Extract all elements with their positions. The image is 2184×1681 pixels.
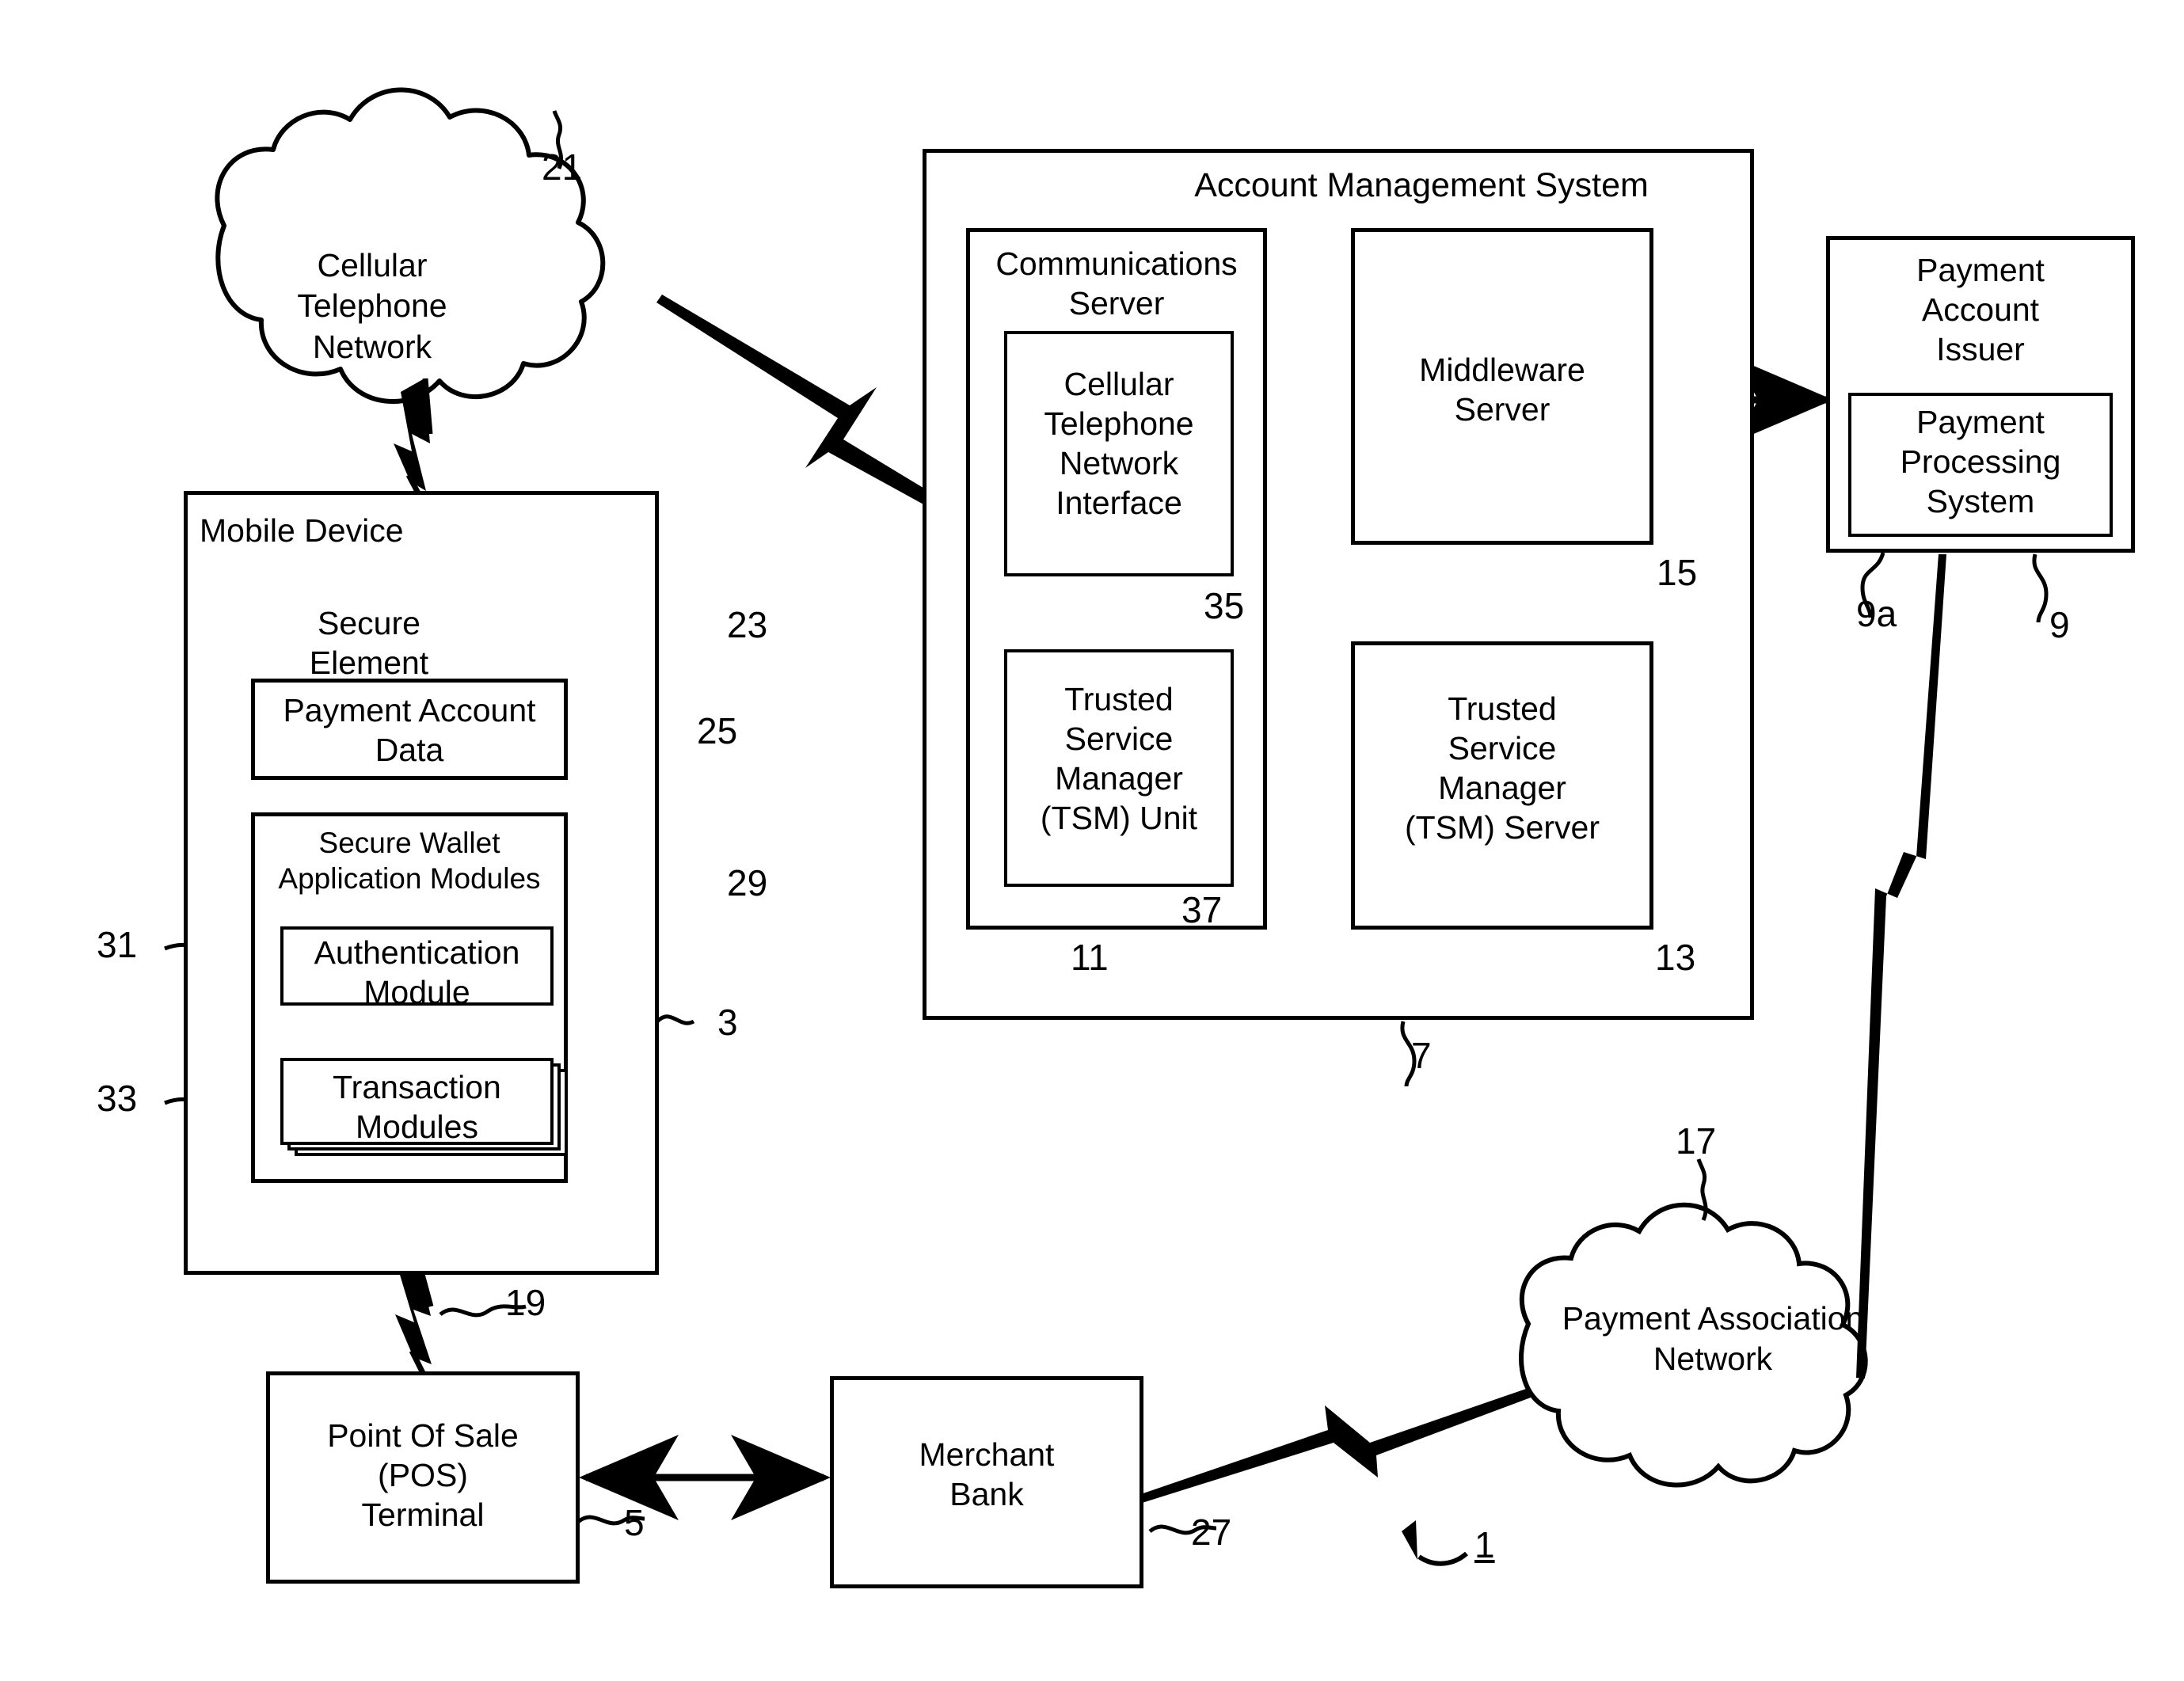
transaction-modules-label: Transaction Modules — [333, 1069, 501, 1146]
ref-31: 31 — [97, 924, 138, 965]
ref-27: 27 — [1191, 1512, 1232, 1553]
payment-processing-system-label: Payment Processing System — [1900, 404, 2061, 520]
ref-19: 19 — [505, 1282, 546, 1323]
cellular-network-interface-label: Cellular Telephone Network Interface — [1044, 366, 1194, 522]
account-management-system-label: Account Management System — [1194, 166, 1649, 204]
payment-association-cloud-label: Payment Association Network — [1562, 1300, 1864, 1378]
communications-server-label: Communications Server — [995, 245, 1238, 322]
mobile-device-label: Mobile Device — [200, 512, 404, 549]
ref-17: 17 — [1676, 1120, 1717, 1162]
ref-9a: 9a — [1856, 593, 1897, 634]
figure-ref-arrow — [1402, 1520, 1468, 1566]
authentication-module-label: Authentication Module — [314, 934, 520, 1011]
secure-element-label: Secure Element — [309, 605, 429, 682]
tsm-unit-label: Trusted Service Manager (TSM) Unit — [1040, 681, 1198, 837]
ref-33: 33 — [97, 1078, 138, 1119]
secure-wallet-modules-label: Secure Wallet Application Modules — [278, 827, 541, 896]
figure-canvas: Cellular Telephone Network Payment Assoc… — [0, 0, 2184, 1681]
ref-5: 5 — [624, 1502, 645, 1543]
ref-7: 7 — [1411, 1035, 1432, 1076]
ref-25: 25 — [697, 710, 738, 751]
ref-35: 35 — [1204, 585, 1245, 626]
tsm-server-label: Trusted Service Manager (TSM) Server — [1405, 690, 1600, 846]
bolt-mobile-to-pos — [395, 1265, 434, 1384]
bolt-merchant-to-association — [1134, 1388, 1531, 1504]
ref-29: 29 — [727, 862, 768, 903]
ref-37: 37 — [1181, 889, 1223, 930]
payment-account-issuer-label: Payment Account Issuer — [1916, 252, 2045, 368]
bolt-cloud-to-mobile — [394, 378, 433, 504]
ref-figure-1: 1 — [1474, 1524, 1495, 1565]
merchant-bank-label: Merchant Bank — [919, 1436, 1055, 1513]
ref-3: 3 — [717, 1002, 738, 1043]
payment-account-data-label: Payment Account Data — [283, 692, 536, 769]
ref-21: 21 — [542, 146, 583, 188]
bolt-issuer-to-association — [1856, 554, 1946, 1379]
pos-terminal-label: Point Of Sale (POS) Terminal — [327, 1417, 519, 1534]
middleware-server-label: Middleware Server — [1419, 352, 1585, 428]
cellular-network-cloud-label: Cellular Telephone Network — [297, 247, 447, 365]
ref-11: 11 — [1071, 937, 1109, 978]
ref-23: 23 — [727, 604, 768, 645]
ref-9: 9 — [2049, 604, 2070, 645]
ref-15: 15 — [1657, 552, 1698, 593]
ref-13: 13 — [1655, 937, 1696, 978]
